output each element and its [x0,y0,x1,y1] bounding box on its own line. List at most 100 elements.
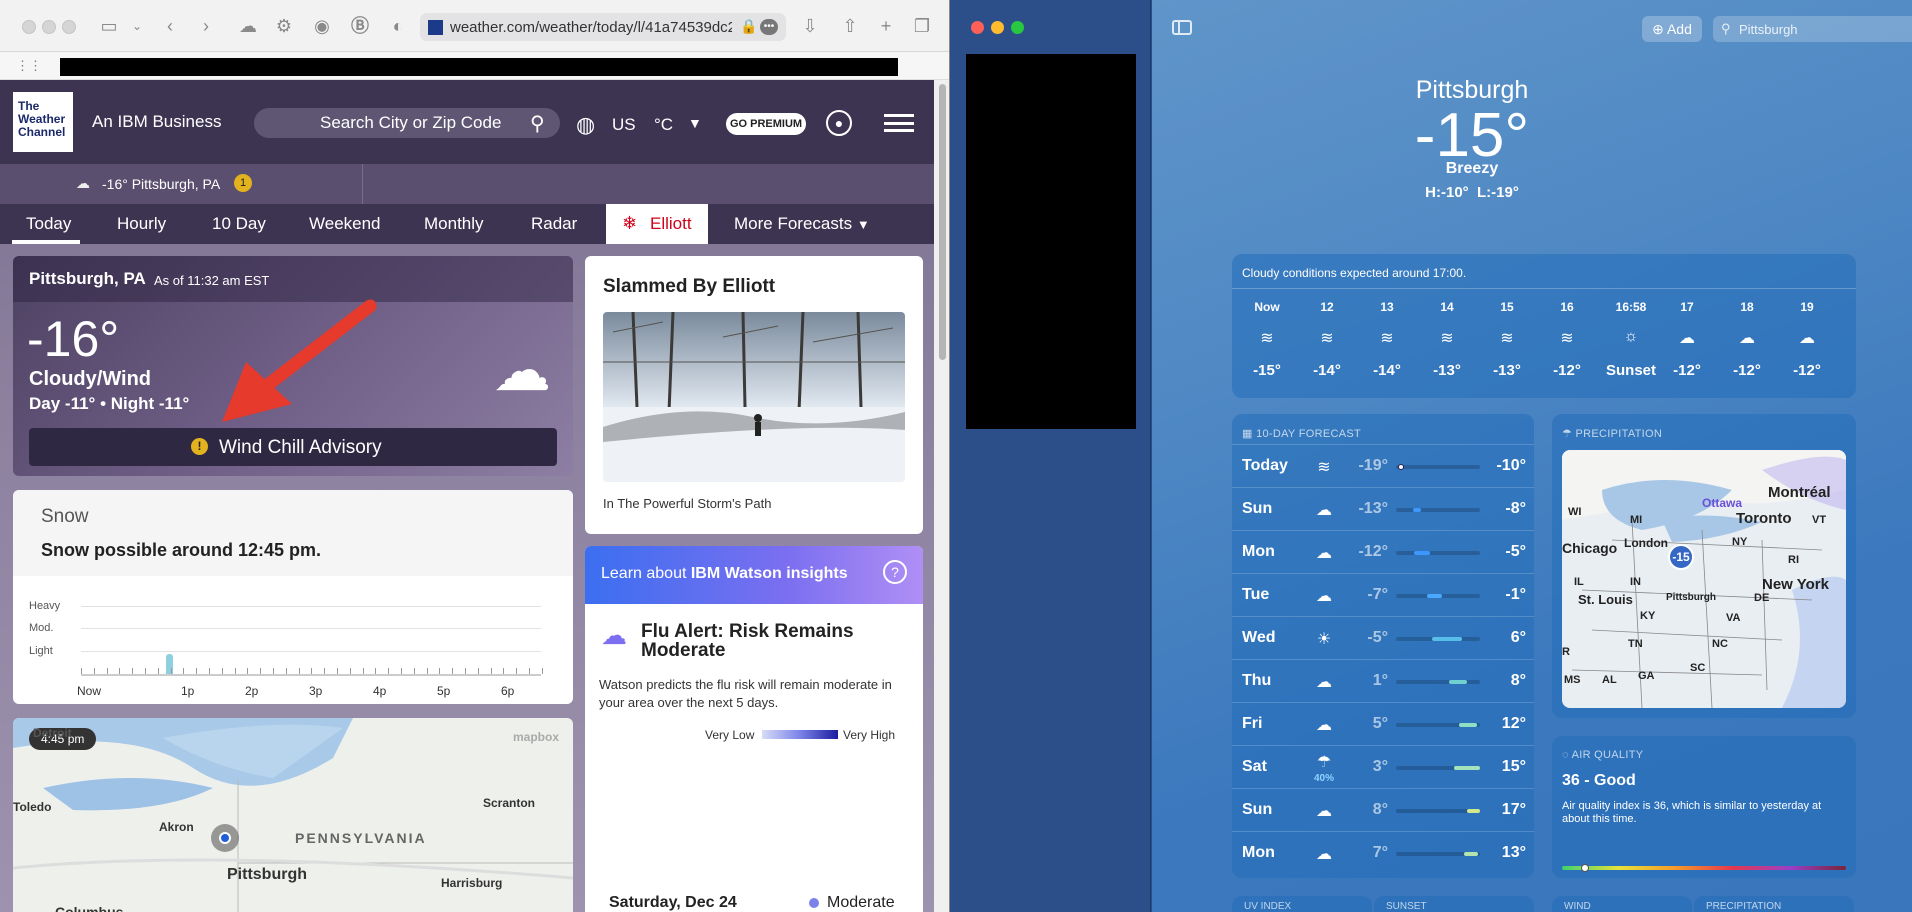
scale-low-label: Very Low [705,728,755,742]
globe-icon[interactable]: ◍ [576,112,595,138]
plus-icon: ⊕ [1652,21,1667,37]
tab-radar[interactable]: Radar [531,204,577,244]
temp-range-fill [1427,594,1443,598]
forecast-high: -8° [1505,500,1526,517]
temp-range-bar [1396,508,1480,512]
wind-chill-advisory-button[interactable]: ! Wind Chill Advisory [29,428,557,466]
tab-10-day[interactable]: 10 Day [212,204,266,244]
forecast-row[interactable]: Sat ☂ 40% 3° 15° [1232,745,1534,788]
tab-hourly[interactable]: Hourly [117,204,166,244]
share-icon[interactable]: ⇧ [838,14,862,38]
help-icon[interactable]: ? [883,560,907,584]
info-tile[interactable]: SUNSET [1374,896,1534,912]
add-location-button[interactable]: ⊕ Add [1642,16,1702,42]
tab-more-label: More Forecasts [734,214,853,233]
snow-tick [465,668,466,674]
forecast-row[interactable]: Sun ☁ -13° -8° [1232,487,1534,530]
new-tab-icon[interactable]: + [874,14,898,38]
tab-elliott[interactable]: ❄ Elliott [606,204,708,244]
tab-overview-icon[interactable]: ❐ [910,14,934,38]
hourly-forecast-panel[interactable]: Cloudy conditions expected around 17:00.… [1232,254,1856,398]
close-window-button[interactable] [971,21,984,34]
chevron-down-icon[interactable]: ▼ [688,115,702,131]
forecast-row[interactable]: Wed ☀ -5° 6° [1232,616,1534,659]
forecast-day: Thu [1242,672,1272,689]
story-title: Slammed By Elliott [603,276,776,297]
map-label: DE [1754,592,1770,604]
radar-map[interactable]: 4:45 pm mapbox Toledo Akron Pittsburgh H… [13,718,573,912]
info-tile[interactable]: PRECIPITATION [1694,896,1854,912]
flu-date: Saturday, Dec 24 [609,894,737,911]
address-bar[interactable]: weather.com/weather/today/l/41a74539dc2a… [420,13,786,41]
alert-count-badge[interactable]: 1 [234,174,252,192]
zoom-window-button[interactable] [62,20,76,34]
more-icon[interactable]: ••• [760,19,778,35]
tab-more-forecasts[interactable]: More Forecasts ▼ [734,204,870,244]
apps-grid-icon[interactable]: ⋮⋮ [16,58,42,74]
forecast-row[interactable]: Mon ☁ -12° -5° [1232,530,1534,573]
forecast-row[interactable]: Fri ☁ 5° 12° [1232,702,1534,745]
forecast-row[interactable]: Sun ☁ 8° 17° [1232,788,1534,831]
map-label: MI [1630,514,1643,526]
sidebar-toggle-icon[interactable] [1172,20,1192,35]
snow-time-label: 6p [501,684,515,698]
snow-tick [541,668,543,674]
search-field[interactable]: ⚲ Pittsburgh [1713,16,1912,42]
back-icon[interactable]: ‹ [160,14,180,38]
chevron-down-icon[interactable]: ⌄ [130,14,144,38]
wind-icon: ≋ [1500,330,1514,347]
tab-monthly[interactable]: Monthly [424,204,484,244]
search-icon[interactable]: ⚲ [530,111,545,136]
forecast-day: Mon [1242,543,1275,560]
snow-tick [221,668,223,674]
map-label: VT [1812,514,1827,526]
watson-banner[interactable]: Learn about IBM Watson insights ? [585,546,923,604]
snow-desc: Snow possible around 12:45 pm. [41,540,322,560]
shield-icon[interactable]: ◐ [386,14,410,38]
extension-icon[interactable]: ⚙ [272,14,296,38]
forward-icon[interactable]: › [196,14,216,38]
watson-card: Learn about IBM Watson insights ? ☁ Flu … [585,546,923,912]
precipitation-panel[interactable]: ☂ PRECIPITATION Ottawa Montréal Toronto VT M… [1552,414,1856,718]
elliott-story-card[interactable]: Slammed By Elliott In The Powerful Storm… [585,256,923,534]
sidebar-icon[interactable]: ▭ [98,14,120,38]
account-icon[interactable]: ● [826,110,852,136]
hour-time: 16 [1560,300,1574,314]
forecast-row[interactable]: Thu ☁ 1° 8° [1232,659,1534,702]
snow-tick [81,668,82,674]
ibm-tagline: An IBM Business [92,112,222,131]
forecast-row[interactable]: Tue ☁ -7° -1° [1232,573,1534,616]
lock-icon: 🔒 [740,18,758,34]
close-window-button[interactable] [22,20,36,34]
wc-logo[interactable]: The Weather Channel [13,92,73,152]
region-selector[interactable]: US [612,115,636,135]
recent-location[interactable]: -16° Pittsburgh, PA [102,176,220,192]
hourly-note: Cloudy conditions expected around 17:00. [1242,266,1467,280]
precip-map[interactable]: Ottawa Montréal Toronto VT MI WI London NY Chica… [1562,450,1846,708]
forecast-low: 5° [1372,715,1388,732]
unit-selector[interactable]: °C [654,115,673,135]
forecast-row[interactable]: Mon ☁ 7° 13° [1232,831,1534,874]
zoom-window-button[interactable] [1011,21,1024,34]
cloud-icon: ☁ [1799,330,1815,347]
password-icon[interactable]: ◉ [310,14,334,38]
scrollbar-thumb[interactable] [939,84,946,360]
forecast-row[interactable]: Today ≋ -19° -10° [1232,444,1534,487]
tab-today[interactable]: Today [26,204,71,244]
tab-weekend[interactable]: Weekend [309,204,381,244]
info-tile[interactable]: WIND [1552,896,1692,912]
minimize-window-button[interactable] [991,21,1004,34]
search-input[interactable]: Search City or Zip Code [254,108,560,138]
map-label: Toronto [1736,510,1792,527]
air-quality-panel[interactable]: ◌ AIR QUALITY 36 - Good Air quality inde… [1552,736,1856,878]
bitwarden-icon[interactable]: Ⓑ [348,14,372,38]
forecast-day: Wed [1242,629,1276,646]
snow-tick [477,668,479,674]
menu-icon[interactable] [884,114,914,132]
cloud-icon[interactable]: ☁ [236,14,260,38]
forecast-day: Sun [1242,801,1273,818]
minimize-window-button[interactable] [42,20,56,34]
go-premium-button[interactable]: GO PREMIUM [726,113,806,135]
download-icon[interactable]: ⇩ [798,14,822,38]
info-tile[interactable]: UV INDEX [1232,896,1372,912]
